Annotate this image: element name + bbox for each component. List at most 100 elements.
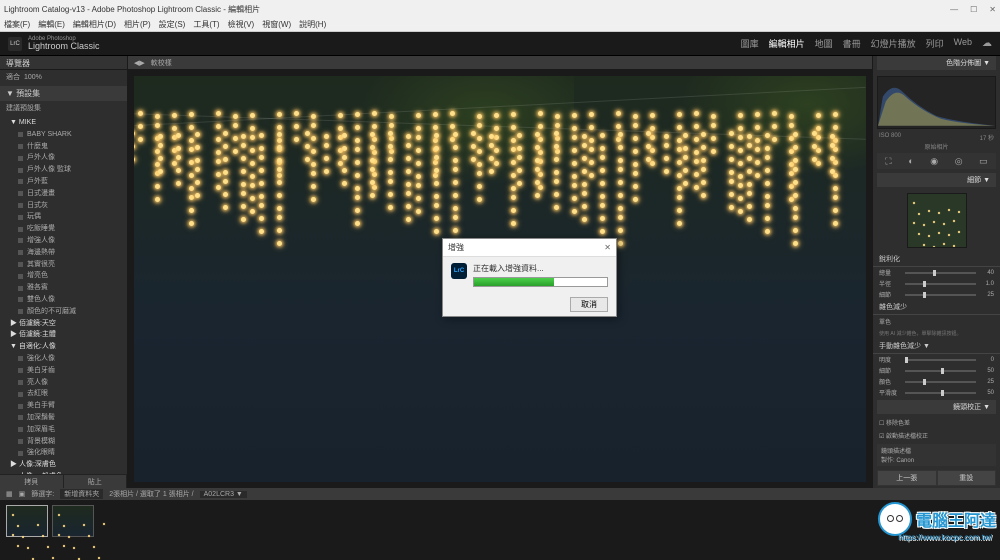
preset-item[interactable]: 亮人像 <box>0 377 127 389</box>
minimize-icon[interactable]: — <box>950 5 958 14</box>
light-bulb-icon <box>138 124 143 129</box>
menu-photo[interactable]: 相片(P) <box>124 19 151 30</box>
histogram-header[interactable]: 色階分佈圖 ▼ <box>877 56 996 70</box>
preset-item[interactable]: 雙色人像 <box>0 294 127 306</box>
menu-settings[interactable]: 設定(S) <box>159 19 186 30</box>
histogram[interactable] <box>877 76 996 129</box>
preset-item[interactable]: 加深鬚鬢 <box>0 412 127 424</box>
gradient-tool-icon[interactable]: ▭ <box>979 156 988 167</box>
preset-item[interactable]: 美白牙齒 <box>0 365 127 377</box>
file-chip[interactable]: A02LCR3 ▼ <box>200 491 247 498</box>
detail-section-header[interactable]: 細節 ▼ <box>877 173 996 187</box>
preset-item[interactable]: 戶外人像 監球 <box>0 164 127 176</box>
preset-item[interactable]: 增亮色 <box>0 270 127 282</box>
tab-library[interactable]: 圖庫 <box>741 37 759 50</box>
preset-item[interactable]: 強化眼睛 <box>0 447 127 459</box>
preset-item[interactable]: 什麼鬼 <box>0 141 127 153</box>
menu-tools[interactable]: 工具(T) <box>193 19 219 30</box>
redeye-tool-icon[interactable]: ◎ <box>955 156 963 167</box>
presets-header[interactable]: ▼ 預設集 <box>0 86 127 101</box>
navigator-header[interactable]: 導覽器 <box>0 56 127 70</box>
preset-item[interactable]: 增強人像 <box>0 235 127 247</box>
lens-opt-2[interactable]: ☑ 啟動描述檔校正 <box>873 429 1000 442</box>
menu-file[interactable]: 檔案(F) <box>4 19 30 30</box>
thumbnail-1[interactable] <box>6 505 48 537</box>
light-bulb-icon <box>453 215 458 220</box>
nr-smooth-slider[interactable]: 平滑度50 <box>873 387 1000 398</box>
preset-item[interactable]: 戶外人像 <box>0 152 127 164</box>
maximize-icon[interactable]: ☐ <box>970 5 977 14</box>
tab-slideshow[interactable]: 幻燈片播放 <box>871 37 916 50</box>
preset-item[interactable]: ▼ MIKE <box>0 117 127 129</box>
lens-opt-1[interactable]: ☐ 移除色差 <box>873 416 1000 429</box>
light-bulb-icon <box>176 133 181 138</box>
folder-chip[interactable]: 新增資料夾 <box>60 489 103 499</box>
crop-tool-icon[interactable]: ⛶ <box>885 156 891 167</box>
presets-suggested[interactable]: 建議預設集 <box>0 101 127 115</box>
nr-detail-slider[interactable]: 細節50 <box>873 365 1000 376</box>
preset-item[interactable]: 背景模糊 <box>0 436 127 448</box>
detail-preview[interactable] <box>907 193 967 248</box>
cancel-button[interactable]: 取消 <box>570 297 608 312</box>
nr-luminance-slider[interactable]: 明度0 <box>873 354 1000 365</box>
light-bulb-icon <box>833 160 838 165</box>
thumbnail-2[interactable] <box>52 505 94 537</box>
preset-item[interactable]: 其實很亮 <box>0 259 127 271</box>
preset-item[interactable]: 玩偶 <box>0 211 127 223</box>
preset-item[interactable]: 吃飯睡覺 <box>0 223 127 235</box>
light-bulb-icon <box>582 156 587 161</box>
preset-item[interactable]: 雅各賓 <box>0 282 127 294</box>
close-icon[interactable]: ✕ <box>989 5 996 14</box>
tab-print[interactable]: 列印 <box>926 37 944 50</box>
sharpen-amount-slider[interactable]: 總量40 <box>873 267 1000 278</box>
preset-item[interactable]: 顏色的不可磨滅 <box>0 306 127 318</box>
preset-item[interactable]: 海邊熱帶 <box>0 247 127 259</box>
light-bulb-icon <box>433 112 438 117</box>
preset-item[interactable]: 美白手臂 <box>0 400 127 412</box>
zoom-100[interactable]: 100% <box>24 74 42 81</box>
tab-web[interactable]: Web <box>954 37 972 50</box>
preset-item[interactable]: 去紅眼 <box>0 388 127 400</box>
preset-item[interactable]: BABY SHARK <box>0 129 127 141</box>
preset-item[interactable]: ▶ 人像:深膚色 <box>0 459 127 471</box>
reset-button[interactable]: 重設 <box>937 470 997 486</box>
preset-item[interactable]: 加深眉毛 <box>0 424 127 436</box>
light-bulb-icon <box>477 114 482 119</box>
soft-proof-toggle[interactable]: 軟校樣 <box>151 58 172 68</box>
cloud-sync-icon[interactable]: ☁ <box>982 38 992 49</box>
nr-color-slider[interactable]: 顏色25 <box>873 376 1000 387</box>
light-bulb-icon <box>250 183 255 188</box>
manual-nr-header[interactable]: 手動雜色減少 ▼ <box>873 339 1000 354</box>
grid-icon[interactable]: ▦ <box>6 490 13 498</box>
light-bulb-icon <box>816 113 821 118</box>
preset-item[interactable]: 戶外藍 <box>0 176 127 188</box>
preset-item[interactable]: 日式漫畫 <box>0 188 127 200</box>
paste-button[interactable]: 貼上 <box>64 475 128 488</box>
menu-edit[interactable]: 編輯(E) <box>38 19 65 30</box>
mask-tool-icon[interactable]: ◉ <box>930 156 938 167</box>
light-bulb-icon <box>538 124 543 129</box>
light-bulb-icon <box>134 144 135 149</box>
tab-develop[interactable]: 編輯相片 <box>769 37 805 50</box>
preset-item[interactable]: 強化人像 <box>0 353 127 365</box>
menu-view[interactable]: 檢視(V) <box>228 19 255 30</box>
sharpen-radius-slider[interactable]: 半徑1.0 <box>873 278 1000 289</box>
lens-correction-header[interactable]: 鏡頭校正 ▼ <box>877 400 996 414</box>
zoom-fit[interactable]: 適合 <box>6 72 20 82</box>
tab-map[interactable]: 地圖 <box>815 37 833 50</box>
menu-help[interactable]: 說明(H) <box>299 19 326 30</box>
nav-arrows[interactable]: ◀▶ <box>134 59 145 67</box>
menu-window[interactable]: 視窗(W) <box>262 19 291 30</box>
tab-book[interactable]: 書冊 <box>843 37 861 50</box>
preset-item[interactable]: ▶ 佰濾鏡:天空 <box>0 318 127 330</box>
preset-item[interactable]: ▼ 自適化:人像 <box>0 341 127 353</box>
prev-button[interactable]: 上一張 <box>877 470 937 486</box>
heal-tool-icon[interactable]: ◐ <box>908 156 913 166</box>
copy-button[interactable]: 拷貝 <box>0 475 64 488</box>
dialog-close-icon[interactable]: ✕ <box>604 243 611 252</box>
second-display-icon[interactable]: ▣ <box>19 490 26 498</box>
preset-item[interactable]: ▶ 佰濾鏡:主體 <box>0 329 127 341</box>
sharpen-detail-slider[interactable]: 細節25 <box>873 289 1000 300</box>
menu-develop[interactable]: 編輯相片(D) <box>73 19 116 30</box>
preset-item[interactable]: 日式灰 <box>0 200 127 212</box>
